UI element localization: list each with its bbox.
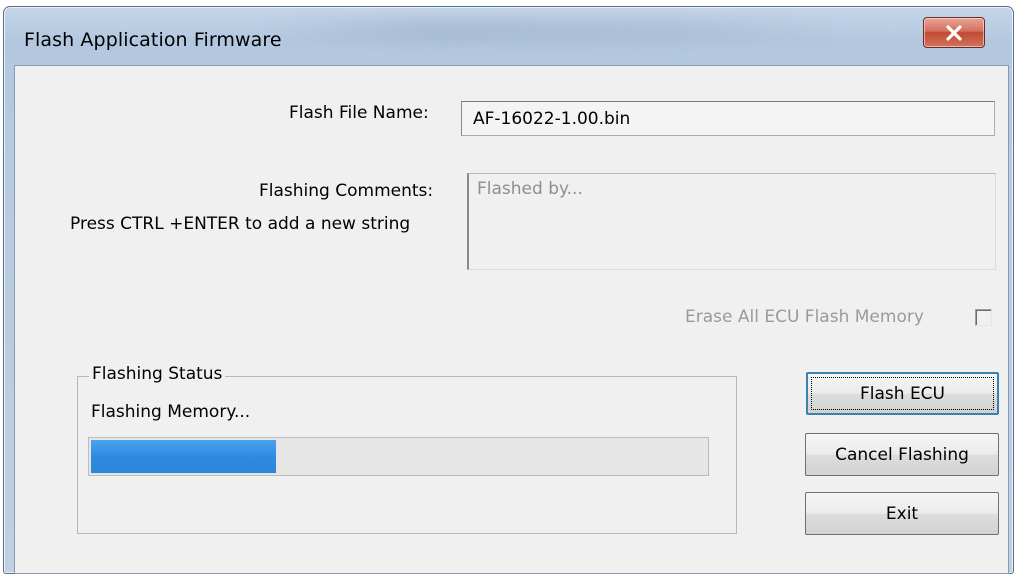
erase-memory-checkbox[interactable]	[975, 309, 992, 326]
flashing-status-group-label: Flashing Status	[89, 364, 226, 384]
flash-ecu-button[interactable]: Flash ECU	[806, 372, 999, 415]
dialog-client-area: Flash File Name: AF-16022-1.00.bin Flash…	[14, 65, 1009, 574]
comments-textarea[interactable]: Flashed by...	[467, 173, 996, 270]
comments-hint: Press CTRL +ENTER to add a new string	[70, 214, 411, 234]
close-button[interactable]	[923, 17, 985, 48]
cancel-flashing-button[interactable]: Cancel Flashing	[805, 433, 999, 476]
exit-button[interactable]: Exit	[805, 492, 999, 535]
window-title: Flash Application Firmware	[24, 29, 282, 51]
close-x-icon	[944, 24, 964, 41]
file-name-field[interactable]: AF-16022-1.00.bin	[461, 101, 995, 136]
erase-memory-label: Erase All ECU Flash Memory	[685, 307, 924, 327]
comments-label: Flashing Comments:	[259, 181, 434, 201]
file-name-label: Flash File Name:	[289, 103, 429, 123]
file-name-value: AF-16022-1.00.bin	[473, 109, 631, 129]
flashing-status-message: Flashing Memory...	[91, 402, 251, 422]
titlebar-background-blur	[254, 17, 854, 43]
exit-button-label: Exit	[885, 503, 919, 524]
flashing-progress-fill	[91, 440, 276, 473]
flashing-progress-bar	[88, 437, 709, 476]
comments-placeholder: Flashed by...	[477, 179, 583, 199]
flash-ecu-button-label: Flash ECU	[859, 383, 945, 404]
dialog-window: Flash Application Firmware Flash File Na…	[3, 6, 1014, 574]
cancel-flashing-button-label: Cancel Flashing	[835, 444, 969, 465]
